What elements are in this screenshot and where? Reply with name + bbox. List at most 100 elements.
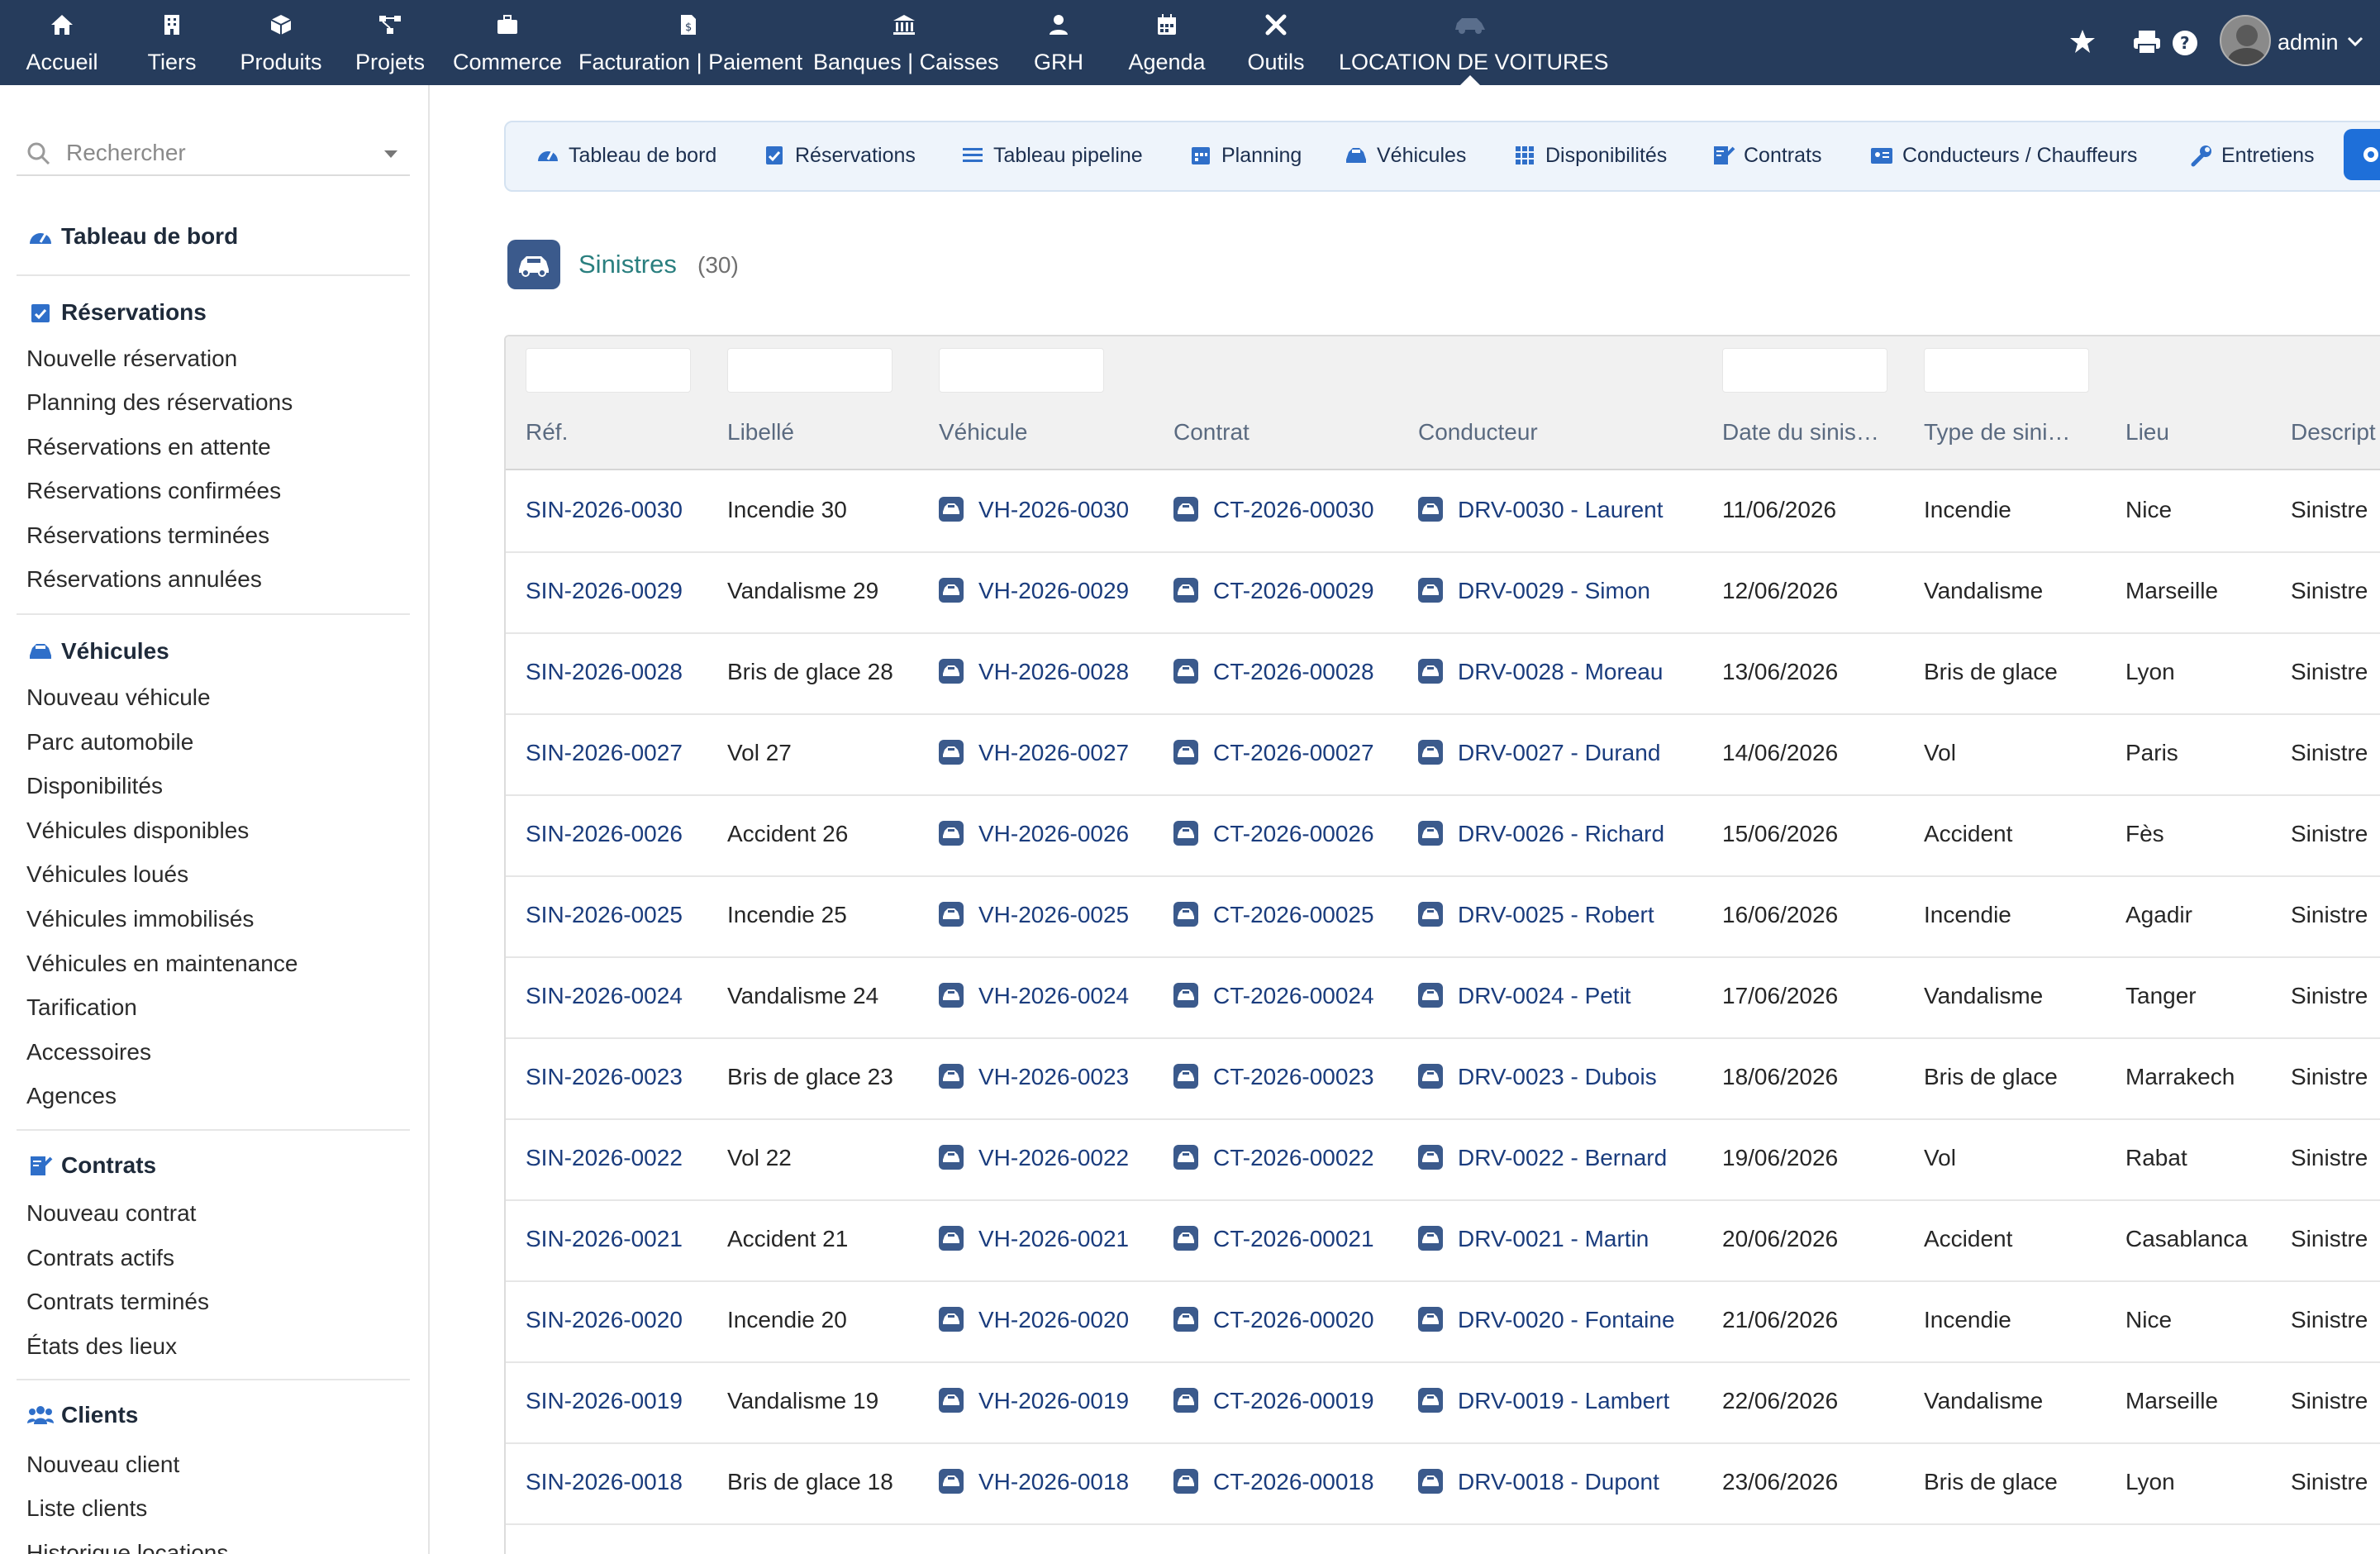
table-cell[interactable]: DRV-0019 - Lambert — [1418, 1387, 1669, 1415]
table-cell[interactable]: VH-2026-0021 — [939, 1225, 1129, 1253]
table-cell[interactable]: SIN-2026-0018 — [526, 1469, 683, 1495]
table-cell[interactable]: VH-2026-0018 — [939, 1468, 1129, 1496]
table-cell[interactable]: SIN-2026-0026 — [526, 821, 683, 847]
sidebar-item-vehicule[interactable]: Véhicules en maintenance — [26, 951, 298, 977]
table-cell[interactable]: DRV-0022 - Bernard — [1418, 1144, 1667, 1172]
table-cell[interactable]: VH-2026-0026 — [939, 820, 1129, 848]
table-cell[interactable]: SIN-2026-0024 — [526, 983, 683, 1009]
table-cell[interactable]: CT-2026-00030 — [1173, 496, 1374, 524]
table-cell[interactable]: CT-2026-00023 — [1173, 1063, 1374, 1091]
table-cell[interactable]: CT-2026-00022 — [1173, 1144, 1374, 1172]
tab-6[interactable]: Contrats — [1711, 139, 1821, 172]
table-cell[interactable]: CT-2026-00027 — [1173, 739, 1374, 767]
table-cell[interactable]: VH-2026-0020 — [939, 1306, 1129, 1334]
filter-input-date[interactable] — [1722, 348, 1887, 393]
sidebar-item-vehicule[interactable]: Accessoires — [26, 1039, 151, 1065]
table-cell[interactable]: DRV-0029 - Simon — [1418, 577, 1650, 605]
table-cell[interactable]: VH-2026-0024 — [939, 982, 1129, 1010]
table-cell[interactable]: SIN-2026-0021 — [526, 1226, 683, 1252]
table-cell[interactable]: CT-2026-00029 — [1173, 577, 1374, 605]
table-cell[interactable]: VH-2026-0025 — [939, 901, 1129, 929]
topmenu-grh[interactable]: GRH — [1030, 0, 1088, 85]
tab-4[interactable]: Véhicules — [1344, 139, 1466, 172]
table-cell[interactable]: VH-2026-0019 — [939, 1387, 1129, 1415]
sidebar-clients[interactable]: Clients — [26, 1402, 138, 1428]
table-cell[interactable]: DRV-0023 - Dubois — [1418, 1063, 1657, 1091]
table-cell[interactable]: DRV-0021 - Martin — [1418, 1225, 1649, 1253]
table-cell[interactable]: CT-2026-00020 — [1173, 1306, 1374, 1334]
filter-input-vehicule[interactable] — [939, 348, 1104, 393]
table-cell[interactable]: DRV-0026 - Richard — [1418, 820, 1664, 848]
sidebar-item-vehicule[interactable]: Tarification — [26, 994, 137, 1021]
sidebar-item-client[interactable]: Historique locations — [26, 1540, 228, 1554]
topmenu-agenda[interactable]: Agenda — [1127, 0, 1207, 85]
table-cell[interactable]: DRV-0025 - Robert — [1418, 901, 1654, 929]
column-header[interactable]: Lieu — [2125, 419, 2169, 446]
table-cell[interactable]: CT-2026-00028 — [1173, 658, 1374, 686]
sidebar-item-vehicule[interactable]: Disponibilités — [26, 773, 163, 799]
table-cell[interactable]: SIN-2026-0025 — [526, 902, 683, 928]
sidebar-item-reservation[interactable]: Réservations en attente — [26, 434, 271, 460]
topmenu-facturation[interactable]: $ Facturation | Paiement — [578, 0, 802, 85]
table-cell[interactable]: DRV-0018 - Dupont — [1418, 1468, 1659, 1496]
sidebar-item-reservation[interactable]: Planning des réservations — [26, 389, 293, 416]
table-cell[interactable]: VH-2026-0029 — [939, 577, 1129, 605]
sidebar-vehicules[interactable]: Véhicules — [26, 638, 169, 665]
table-cell[interactable]: VH-2026-0022 — [939, 1144, 1129, 1172]
sidebar-item-contrat[interactable]: Contrats actifs — [26, 1245, 174, 1271]
topmenu-banques[interactable]: Banques | Caisses — [813, 0, 999, 85]
table-cell[interactable]: VH-2026-0028 — [939, 658, 1129, 686]
sidebar-item-reservation[interactable]: Nouvelle réservation — [26, 346, 237, 372]
column-header[interactable]: Descript — [2291, 419, 2376, 446]
table-cell[interactable]: SIN-2026-0028 — [526, 659, 683, 685]
table-cell[interactable]: CT-2026-00025 — [1173, 901, 1374, 929]
sidebar-item-client[interactable]: Liste clients — [26, 1495, 147, 1522]
tab-3[interactable]: Planning — [1188, 139, 1302, 172]
sidebar-item-reservation[interactable]: Réservations terminées — [26, 522, 269, 549]
topmenu-projets[interactable]: Projets — [350, 0, 430, 85]
sidebar-item-reservation[interactable]: Réservations confirmées — [26, 478, 281, 504]
table-cell[interactable]: CT-2026-00024 — [1173, 982, 1374, 1010]
help-icon[interactable]: ? — [2172, 30, 2198, 56]
topmenu-tiers[interactable]: Tiers — [139, 0, 205, 85]
table-cell[interactable]: CT-2026-00026 — [1173, 820, 1374, 848]
print-icon[interactable] — [2132, 30, 2162, 55]
table-cell[interactable]: DRV-0028 - Moreau — [1418, 658, 1664, 686]
sidebar-item-contrat[interactable]: Nouveau contrat — [26, 1200, 196, 1227]
column-header[interactable]: Véhicule — [939, 419, 1027, 446]
column-header[interactable]: Contrat — [1173, 419, 1250, 446]
table-cell[interactable]: CT-2026-00019 — [1173, 1387, 1374, 1415]
sidebar-contrats[interactable]: Contrats — [26, 1152, 156, 1179]
sidebar-item-vehicule[interactable]: Véhicules immobilisés — [26, 906, 254, 932]
table-cell[interactable]: CT-2026-00018 — [1173, 1468, 1374, 1496]
sidebar-dashboard[interactable]: Tableau de bord — [26, 223, 238, 250]
topmenu-accueil[interactable]: Accueil — [18, 0, 106, 85]
column-header[interactable]: Type de sini… — [1924, 419, 2070, 446]
table-cell[interactable]: VH-2026-0030 — [939, 496, 1129, 524]
topmenu-outils[interactable]: Outils — [1243, 0, 1309, 85]
table-cell[interactable]: DRV-0024 - Petit — [1418, 982, 1631, 1010]
tab-8[interactable]: Entretiens — [2188, 139, 2315, 172]
column-header[interactable]: Libellé — [727, 419, 794, 446]
topmenu-location-voitures[interactable]: LOCATION DE VOITURES — [1339, 0, 1609, 85]
tab-2[interactable]: Tableau pipeline — [960, 139, 1143, 172]
filter-input-type[interactable] — [1924, 348, 2089, 393]
tab-7[interactable]: Conducteurs / Chauffeurs — [1869, 139, 2137, 172]
table-cell[interactable]: SIN-2026-0029 — [526, 578, 683, 604]
table-cell[interactable]: VH-2026-0023 — [939, 1063, 1129, 1091]
table-cell[interactable]: DRV-0027 - Durand — [1418, 739, 1660, 767]
table-cell[interactable]: SIN-2026-0027 — [526, 740, 683, 766]
sidebar-item-vehicule[interactable]: Parc automobile — [26, 729, 193, 756]
topmenu-commerce[interactable]: Commerce — [451, 0, 564, 85]
table-cell[interactable]: SIN-2026-0030 — [526, 497, 683, 523]
table-cell[interactable]: CT-2026-00021 — [1173, 1225, 1374, 1253]
search-input[interactable] — [66, 138, 364, 168]
filter-input-libelle[interactable] — [727, 348, 892, 393]
column-header[interactable]: Date du sinis… — [1722, 419, 1879, 446]
sidebar-item-vehicule[interactable]: Agences — [26, 1083, 117, 1109]
topmenu-produits[interactable]: Produits — [233, 0, 329, 85]
tab-5[interactable]: Disponibilités — [1512, 139, 1667, 172]
table-cell[interactable]: SIN-2026-0023 — [526, 1064, 683, 1090]
sidebar-search[interactable] — [17, 131, 410, 176]
sidebar-reservations[interactable]: Réservations — [26, 299, 207, 326]
